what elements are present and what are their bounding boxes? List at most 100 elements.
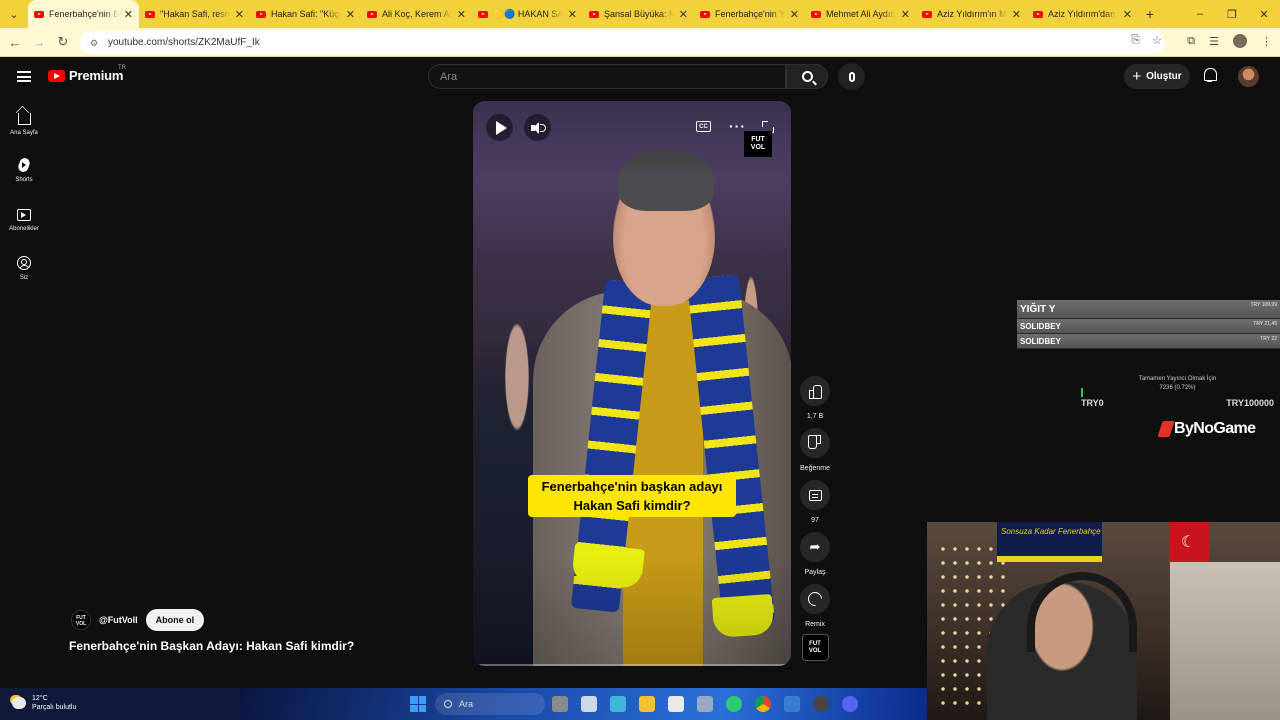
video-title[interactable]: Fenerbahçe'nin Başkan Adayı: Hakan Safi … [69, 639, 354, 653]
settings-icon[interactable] [697, 696, 713, 712]
account-avatar[interactable] [1238, 66, 1259, 87]
search-icon [801, 71, 813, 82]
browser-tab[interactable]: Hakan Safi: "Küçü ✕ [250, 0, 361, 28]
tab-close-icon[interactable]: ✕ [457, 8, 466, 21]
app-icon[interactable] [784, 696, 800, 712]
bookmark-star-icon[interactable]: ☆ [1152, 34, 1162, 47]
browser-menu-icon[interactable]: ⋮ [1261, 35, 1272, 48]
captions-icon[interactable]: CC [696, 121, 711, 132]
browser-tab[interactable]: Aziz Yıldırım'dan ✕ [1027, 0, 1138, 28]
comments-button[interactable]: 97 [798, 480, 832, 524]
caption-line: Fenerbahçe'nin başkan adayı [541, 479, 723, 494]
site-info-icon[interactable]: ⚙ [90, 38, 102, 48]
sidebar-item-subscriptions[interactable]: Abonelikler [0, 199, 48, 248]
caption-line: Hakan Safi kimdir? [573, 498, 691, 513]
store-icon[interactable] [668, 696, 684, 712]
play-button[interactable] [486, 114, 513, 141]
browser-tab[interactable]: 🟡🔵 HAKAN SA ✕ [472, 0, 583, 28]
logo-text: Premium [69, 68, 124, 83]
video-progress-fill [473, 664, 477, 666]
remix-button[interactable]: Remix [798, 584, 832, 628]
voice-search-button[interactable] [838, 63, 865, 90]
browser-tab[interactable]: Fenerbahçe'nin Ye ✕ [694, 0, 805, 28]
channel-handle[interactable]: @FutVoll [99, 615, 138, 625]
comment-icon [808, 489, 822, 501]
tab-close-icon[interactable]: ✕ [901, 8, 910, 21]
steam-icon[interactable] [813, 696, 829, 712]
youtube-logo[interactable]: Premium TR [48, 65, 126, 83]
tab-close-icon[interactable]: ✕ [790, 8, 799, 21]
install-app-icon[interactable]: ⎘ [1131, 34, 1140, 47]
browser-tab[interactable]: Şansal Büyüka: M ✕ [583, 0, 694, 28]
shorts-video-player[interactable]: CC ··· FUT VOL Fenerbahçe'nin başkan ada… [473, 101, 791, 666]
notifications-bell-icon[interactable] [1203, 68, 1217, 82]
watermark-line: FUT [809, 641, 821, 647]
sidebar-item-you[interactable]: Siz [0, 248, 48, 297]
widgets-icon[interactable] [581, 696, 597, 712]
chrome-icon[interactable] [755, 696, 771, 712]
search-input[interactable]: Ara [428, 64, 786, 89]
tab-close-icon[interactable]: ✕ [1012, 8, 1021, 21]
tab-close-icon[interactable]: ✕ [1123, 8, 1132, 21]
task-view-icon[interactable] [552, 696, 568, 712]
create-button[interactable]: + Oluştur [1124, 64, 1190, 89]
browser-tab[interactable]: "Hakan Safi, resmi ✕ [139, 0, 250, 28]
volume-button[interactable] [524, 114, 551, 141]
forward-arrow-icon[interactable]: → [27, 35, 51, 50]
minimize-button[interactable]: – [1184, 0, 1216, 28]
file-explorer-icon[interactable] [639, 696, 655, 712]
profile-avatar-icon[interactable] [1233, 34, 1247, 48]
browser-tab[interactable]: Ali Koç, Kerem Ak ✕ [361, 0, 472, 28]
new-tab-button[interactable]: + [1138, 6, 1162, 22]
share-button[interactable]: ➦ Paylaş [798, 532, 832, 576]
weather-widget[interactable]: 12°C Parçalı bulutlu [12, 694, 76, 712]
maximize-button[interactable]: ❐ [1216, 0, 1248, 28]
browser-tab[interactable]: Aziz Yıldırım'ın M ✕ [916, 0, 1027, 28]
extensions-icon[interactable]: ⧉ [1187, 35, 1195, 48]
reload-icon[interactable]: ↻ [51, 34, 75, 50]
channel-thumbnail-button[interactable]: FUT VOL [798, 634, 832, 661]
background-shelf [1170, 562, 1280, 720]
windows-start-icon[interactable] [410, 696, 426, 712]
comments-circle [800, 480, 830, 510]
microphone-icon [848, 71, 855, 82]
sponsor-name: ByNoGame [1174, 420, 1256, 437]
youtube-header: Premium TR Ara + Oluştur [0, 57, 1280, 97]
tab-close-icon[interactable]: ✕ [124, 8, 133, 21]
reading-list-icon[interactable]: ☰ [1209, 35, 1219, 48]
address-bar[interactable]: ⚙ youtube.com/shorts/ZK2MaUfF_Ik [80, 31, 1165, 54]
sidebar-item-home[interactable]: Ana Sayfa [0, 101, 48, 150]
goal-title: Tamamen Yayıncı Olmak İçin [1138, 376, 1217, 382]
tab-search-icon[interactable]: ⌄ [4, 4, 24, 24]
sponsor-logo: ByNoGame [1157, 420, 1256, 438]
tab-close-icon[interactable]: ✕ [235, 8, 244, 21]
search-button[interactable] [786, 64, 828, 89]
sidebar-item-shorts[interactable]: Shorts [0, 150, 48, 199]
subscribe-button[interactable]: Abone ol [145, 609, 205, 631]
dislike-button[interactable]: Beğenme [798, 428, 832, 472]
copilot-icon[interactable] [610, 696, 626, 712]
taskbar-search-placeholder: Ara [459, 699, 474, 709]
video-progress-bar[interactable] [473, 664, 791, 666]
close-window-button[interactable]: ✕ [1248, 0, 1280, 28]
back-arrow-icon[interactable]: ← [3, 35, 27, 50]
browser-tab-bar: ⌄ Fenerbahçe'nin Ba ✕ "Hakan Safi, resmi ✕… [0, 0, 1280, 28]
watermark-line: VOL [808, 648, 822, 654]
like-button[interactable]: 1,7 B [798, 376, 832, 420]
tab-close-icon[interactable]: ✕ [568, 8, 577, 21]
youtube-play-logo-icon [48, 69, 65, 82]
menu-hamburger-icon[interactable] [17, 71, 31, 82]
shorts-icon [16, 156, 32, 174]
whatsapp-icon[interactable] [726, 696, 742, 712]
tab-title: "Hakan Safi, resmi [160, 9, 230, 19]
tab-close-icon[interactable]: ✕ [346, 8, 355, 21]
browser-tab[interactable]: Mehmet Ali Aydın ✕ [805, 0, 916, 28]
channel-avatar[interactable]: FUT VOL [71, 610, 91, 630]
taskbar-search[interactable]: Ara [435, 693, 545, 715]
donation-item: YIĞIT Y TRY 109,99 [1017, 300, 1280, 319]
tab-close-icon[interactable]: ✕ [679, 8, 688, 21]
thumbs-up-icon [809, 385, 822, 399]
browser-tab[interactable]: Fenerbahçe'nin Ba ✕ [28, 0, 139, 28]
like-count: 1,7 B [806, 413, 824, 420]
discord-icon[interactable] [842, 696, 858, 712]
